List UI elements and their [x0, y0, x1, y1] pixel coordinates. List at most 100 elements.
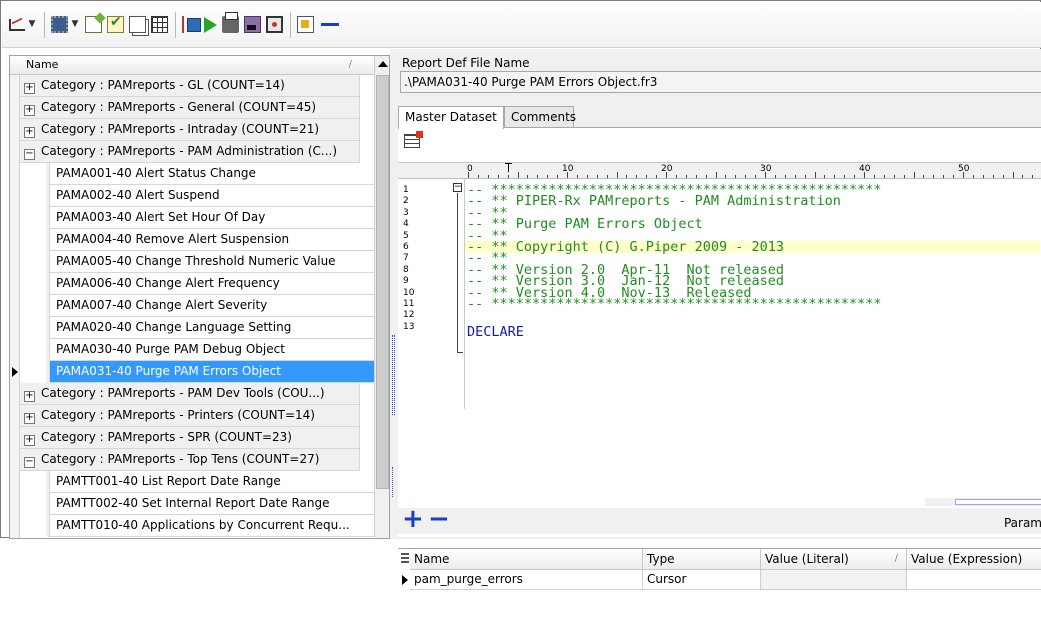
ruler-tick: [715, 172, 717, 178]
tree-category-row[interactable]: + Category : PAMreports - Intraday (COUNT…: [20, 119, 360, 141]
tree-report-row[interactable]: PAMA002-40 Alert Suspend: [50, 185, 376, 207]
tree-report-row[interactable]: PAMA005-40 Change Threshold Numeric Valu…: [50, 251, 376, 273]
current-row-arrow-icon: [12, 367, 18, 377]
tree-report-row[interactable]: PAMA020-40 Change Language Setting: [50, 317, 376, 339]
chip-button[interactable]: [51, 12, 68, 38]
print-button[interactable]: [222, 12, 239, 38]
tree-report-row[interactable]: PAMTT010-40 Applications by Concurrent R…: [50, 515, 376, 537]
copy-button[interactable]: [129, 12, 146, 38]
hscroll-thumb[interactable]: [955, 499, 1041, 505]
ruler-tick: [834, 175, 836, 178]
sort-indicator-icon: /: [894, 553, 898, 564]
calculator-button[interactable]: [244, 12, 261, 38]
tree-category-row[interactable]: + Category : PAMreports - Printers (COUNT…: [20, 405, 360, 427]
ruler-tick: [695, 175, 697, 178]
ruler-tick: [626, 175, 628, 178]
tree-report-row[interactable]: PAMA007-40 Change Alert Severity: [50, 295, 376, 317]
tree-category-label: Category : PAMreports - SPR (COUNT=23): [41, 430, 292, 444]
code-line[interactable]: [467, 309, 1041, 321]
grid-menu-icon[interactable]: [401, 553, 409, 563]
remove-param-icon[interactable]: −: [428, 504, 450, 534]
ruler-tick: [507, 175, 509, 178]
capture-button[interactable]: [266, 12, 283, 38]
trend-button[interactable]: [8, 12, 25, 38]
param-col-name[interactable]: Name: [410, 549, 643, 570]
run-button[interactable]: [204, 12, 217, 38]
param-col-literal[interactable]: Value (Literal) /: [761, 549, 907, 570]
tree-category-row[interactable]: − Category : PAMreports - Top Tens (COUNT…: [20, 449, 360, 471]
expand-icon[interactable]: +: [24, 105, 35, 116]
collapse-icon[interactable]: −: [24, 457, 35, 468]
collapse-icon[interactable]: −: [24, 149, 35, 160]
report-file-field[interactable]: .\PAMA031-40 Purge PAM Errors Object.fr3: [400, 71, 1041, 93]
tree-report-row-selected[interactable]: PAMA031-40 Purge PAM Errors Object: [50, 361, 376, 383]
ruler-tick: [725, 175, 727, 178]
fold-range-line: [457, 193, 463, 353]
code-line[interactable]: -- ** PIPER-Rx PAMreports - PAM Administ…: [467, 195, 1041, 209]
sql-editor[interactable]: 10 20 30 40 50 0 − 1 -- **********************…: [398, 162, 1041, 409]
tree-category-row[interactable]: + Category : PAMreports - General (COUNT=…: [20, 97, 360, 119]
tree-report-row[interactable]: PAMTT002-40 Set Internal Report Date Ran…: [50, 493, 376, 515]
fold-toggle-icon[interactable]: −: [453, 183, 462, 192]
trend-icon: [8, 16, 25, 33]
ruler-tick: [943, 175, 945, 178]
tree-category-row[interactable]: − Category : PAMreports - PAM Administrat…: [20, 141, 360, 163]
ruler-tick: [656, 175, 658, 178]
expand-icon[interactable]: +: [24, 83, 35, 94]
edit-note-button[interactable]: [85, 12, 102, 38]
code-line[interactable]: -- ** Copyright (C) G.Piper 2009 - 2013: [465, 240, 1040, 254]
tree-category-row[interactable]: + Category : PAMreports - SPR (COUNT=23): [20, 427, 360, 449]
tree-report-row[interactable]: PAMTT001-40 List Report Date Range: [50, 471, 376, 493]
code-line[interactable]: -- ** Purge PAM Errors Object: [467, 217, 1041, 231]
tree-category-label: Category : PAMreports - Printers (COUNT=…: [41, 408, 315, 422]
scroll-thumb[interactable]: [376, 75, 389, 489]
splitter-grip-lower[interactable]: [392, 467, 395, 497]
tree-report-row[interactable]: PAMA006-40 Change Alert Frequency: [50, 273, 376, 295]
grid-button[interactable]: [151, 12, 168, 38]
panel-splitter[interactable]: [390, 49, 398, 539]
expand-icon[interactable]: +: [24, 435, 35, 446]
expand-icon[interactable]: +: [24, 391, 35, 402]
tab-comments[interactable]: Comments: [504, 106, 576, 128]
param-cell-literal[interactable]: [761, 570, 907, 590]
tree-report-row[interactable]: PAMA003-40 Alert Set Hour Of Day: [50, 207, 376, 229]
code-line[interactable]: -- *************************************…: [467, 297, 1041, 311]
ruler-tick: [646, 175, 648, 178]
ruler-tick: [1032, 175, 1034, 178]
dataset-settings-icon[interactable]: [404, 131, 423, 148]
tree-column-header[interactable]: Name /: [10, 56, 374, 75]
tree-button[interactable]: [182, 12, 201, 38]
ruler-number: 30: [760, 164, 772, 174]
line-number: 7: [403, 253, 409, 264]
param-cell-type[interactable]: Cursor: [643, 570, 761, 590]
remove-button[interactable]: [319, 12, 339, 38]
trend-dropdown-button[interactable]: ▼: [27, 12, 37, 38]
expand-icon[interactable]: +: [24, 127, 35, 138]
tree-category-row[interactable]: + Category : PAMreports - PAM Dev Tools (…: [20, 383, 360, 405]
chip-dropdown-button[interactable]: ▼: [70, 12, 80, 38]
expand-icon[interactable]: +: [24, 413, 35, 424]
splitter-grip[interactable]: [392, 335, 395, 415]
param-cell-name[interactable]: pam_purge_errors: [410, 570, 643, 590]
ruler-tick: [745, 175, 747, 178]
tree-report-row[interactable]: PAMA004-40 Remove Alert Suspension: [50, 229, 376, 251]
tree-category-row[interactable]: + Category : PAMreports - GL (COUNT=14): [20, 75, 360, 97]
ruler-tick: [794, 175, 796, 178]
ruler-tick: [784, 175, 786, 178]
tab-master-dataset[interactable]: Master Dataset: [398, 106, 504, 129]
editor-horizontal-scrollbar[interactable]: [925, 498, 1041, 506]
code-line[interactable]: DECLARE: [467, 325, 1041, 339]
tree-icon: [182, 16, 201, 33]
scroll-up-icon[interactable]: [378, 61, 388, 67]
tree-report-row[interactable]: PAMA001-40 Alert Status Change: [50, 163, 376, 185]
ruler-tick: [774, 175, 776, 178]
line-number: 13: [403, 321, 415, 332]
approve-button[interactable]: [107, 12, 124, 38]
add-param-icon[interactable]: +: [402, 504, 424, 534]
param-col-type[interactable]: Type: [643, 549, 761, 570]
page-button[interactable]: [297, 12, 314, 38]
tree-vertical-scrollbar[interactable]: [374, 56, 389, 538]
tree-report-row[interactable]: PAMA030-40 Purge PAM Debug Object: [50, 339, 376, 361]
param-cell-expression[interactable]: [907, 570, 1041, 590]
param-col-expression[interactable]: Value (Expression): [907, 549, 1041, 570]
